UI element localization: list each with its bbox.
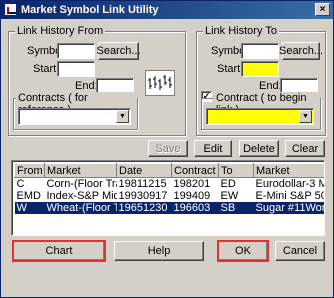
cell-contract: 199409 <box>173 190 211 202</box>
bar-chart-icon <box>145 70 175 96</box>
table-header-row: From Market Date Contract To Market <box>14 163 324 178</box>
chart-button[interactable]: Chart <box>12 240 106 262</box>
cell-from: W <box>14 202 45 214</box>
close-button[interactable]: × <box>315 3 330 16</box>
column-header-from[interactable]: From <box>14 163 45 178</box>
app-icon <box>4 3 17 16</box>
cancel-button[interactable]: Cancel <box>275 241 325 261</box>
ok-button[interactable]: OK <box>217 240 269 262</box>
table-row[interactable]: C Corn-(Floor Tra... 19811215 198201 ED … <box>15 178 325 190</box>
cell-contract: 198201 <box>173 178 211 190</box>
cell-to: ED <box>220 178 236 190</box>
cell-to: EW <box>220 190 239 202</box>
cell-to-market: Sugar #11World... <box>253 202 324 214</box>
from-end-label: End: <box>75 80 98 92</box>
cell-to-market: Eurodollar-3 Mth... <box>255 178 325 190</box>
contract-begin-link-dropdown[interactable]: ▼ <box>206 108 314 125</box>
title-bar: Market Symbol Link Utility × <box>1 1 333 19</box>
table-row[interactable]: EMD Index-S&P Midc... 19930917 199409 EW… <box>15 190 325 202</box>
cell-to-market: E-Mini S&P 500 ... <box>255 190 325 202</box>
cell-date: 19811215 <box>118 178 167 190</box>
cell-from: EMD <box>16 190 41 202</box>
link-history-table[interactable]: From Market Date Contract To Market C Co… <box>11 160 325 236</box>
link-history-to-legend: Link History To <box>203 25 279 37</box>
column-header-to[interactable]: To <box>218 163 254 178</box>
chevron-down-icon[interactable]: ▼ <box>299 110 312 123</box>
cell-market: Wheat-(Floor Tr... <box>44 202 117 214</box>
chevron-down-icon[interactable]: ▼ <box>116 110 129 123</box>
link-history-from-legend: Link History From <box>15 25 106 37</box>
delete-button[interactable]: Delete <box>239 140 279 157</box>
window-title: Market Symbol Link Utility <box>21 4 159 16</box>
to-search-button[interactable]: Search... <box>279 42 323 60</box>
link-history-to-group: Link History To Symbol: Search... Start:… <box>196 25 326 136</box>
cell-date: 19930917 <box>118 190 168 202</box>
to-symbol-input[interactable] <box>241 43 279 59</box>
cell-market: Index-S&P Midc... <box>46 190 117 202</box>
to-end-label: End: <box>259 80 282 92</box>
column-header-market[interactable]: Market <box>44 163 117 178</box>
to-start-input[interactable] <box>241 61 279 77</box>
column-header-contract[interactable]: Contract <box>171 163 219 178</box>
cell-to: SB <box>218 202 254 214</box>
to-start-label: Start: <box>217 63 244 75</box>
edit-button[interactable]: Edit <box>194 140 232 157</box>
column-header-date[interactable]: Date <box>116 163 172 178</box>
from-search-button[interactable]: Search... <box>96 42 141 60</box>
clear-button[interactable]: Clear <box>285 140 325 157</box>
cell-from: C <box>16 178 25 190</box>
help-button[interactable]: Help <box>114 241 204 261</box>
from-symbol-input[interactable] <box>57 43 95 59</box>
column-header-to-market[interactable]: Market <box>253 163 324 178</box>
contracts-reference-dropdown[interactable]: ▼ <box>18 108 131 125</box>
contracts-reference-group: Contracts ( for reference ) ▼ <box>13 92 138 130</box>
from-start-label: Start: <box>33 63 60 75</box>
market-symbol-link-window: Market Symbol Link Utility × Link Histor… <box>0 0 334 298</box>
cell-market: Corn-(Floor Tra... <box>46 178 117 190</box>
save-button[interactable]: Save <box>148 140 188 157</box>
table-row[interactable]: W Wheat-(Floor Tr... 19651230 196603 SB … <box>14 202 324 214</box>
contract-begin-link-group: Contract ( to begin link ) ▼ <box>201 92 321 130</box>
cell-date: 19651230 <box>116 202 172 214</box>
from-start-input[interactable] <box>57 61 95 77</box>
cell-contract: 196603 <box>171 202 219 214</box>
